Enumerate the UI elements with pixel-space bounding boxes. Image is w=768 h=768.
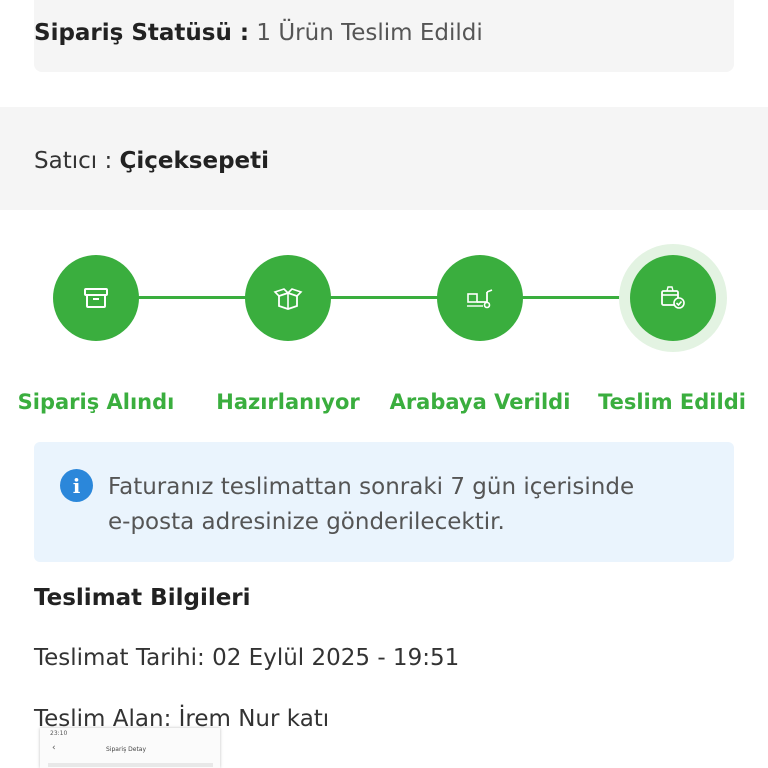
gift-box-icon — [273, 288, 303, 310]
invoice-notice-line1: Faturanız teslimattan sonraki 7 gün içer… — [108, 474, 635, 500]
screenshot-thumbnail[interactable]: 23:10 ‹ Sipariş Detay — [40, 728, 220, 768]
step-label-order-received: Sipariş Alındı — [17, 390, 175, 414]
delivery-truck-icon — [467, 289, 493, 309]
archive-box-icon — [84, 288, 108, 308]
step-order-received — [53, 255, 139, 341]
back-arrow-icon: ‹ — [52, 743, 56, 753]
info-icon: i — [60, 469, 93, 502]
invoice-notice-text: Faturanız teslimattan sonraki 7 gün içer… — [108, 470, 634, 540]
step-delivered — [630, 255, 716, 341]
thumbnail-bar — [48, 763, 213, 767]
step-preparing — [245, 255, 331, 341]
delivery-date: Teslimat Tarihi: 02 Eylül 2025 - 19:51 — [34, 645, 460, 671]
order-status-label: Sipariş Statüsü : — [34, 20, 250, 46]
step-label-delivered: Teslim Edildi — [598, 390, 746, 414]
order-status: Sipariş Statüsü : 1 Ürün Teslim Edildi — [34, 22, 483, 45]
delivery-info-title: Teslimat Bilgileri — [34, 585, 251, 611]
step-shipped — [437, 255, 523, 341]
seller-label: Satıcı : — [34, 148, 113, 174]
invoice-notice-line2: e-posta adresinize gönderilecektir. — [108, 509, 505, 535]
step-label-shipped: Arabaya Verildi — [389, 390, 571, 414]
delivered-box-check-icon — [661, 286, 685, 309]
seller-info: Satıcı : Çiçeksepeti — [34, 148, 269, 174]
order-status-value: 1 Ürün Teslim Edildi — [256, 20, 483, 46]
thumbnail-title: Sipariş Detay — [106, 746, 147, 753]
thumbnail-status-time: 23:10 — [50, 730, 68, 737]
seller-name: Çiçeksepeti — [119, 148, 270, 174]
step-label-preparing: Hazırlanıyor — [216, 390, 360, 414]
tracker-line — [96, 296, 672, 299]
